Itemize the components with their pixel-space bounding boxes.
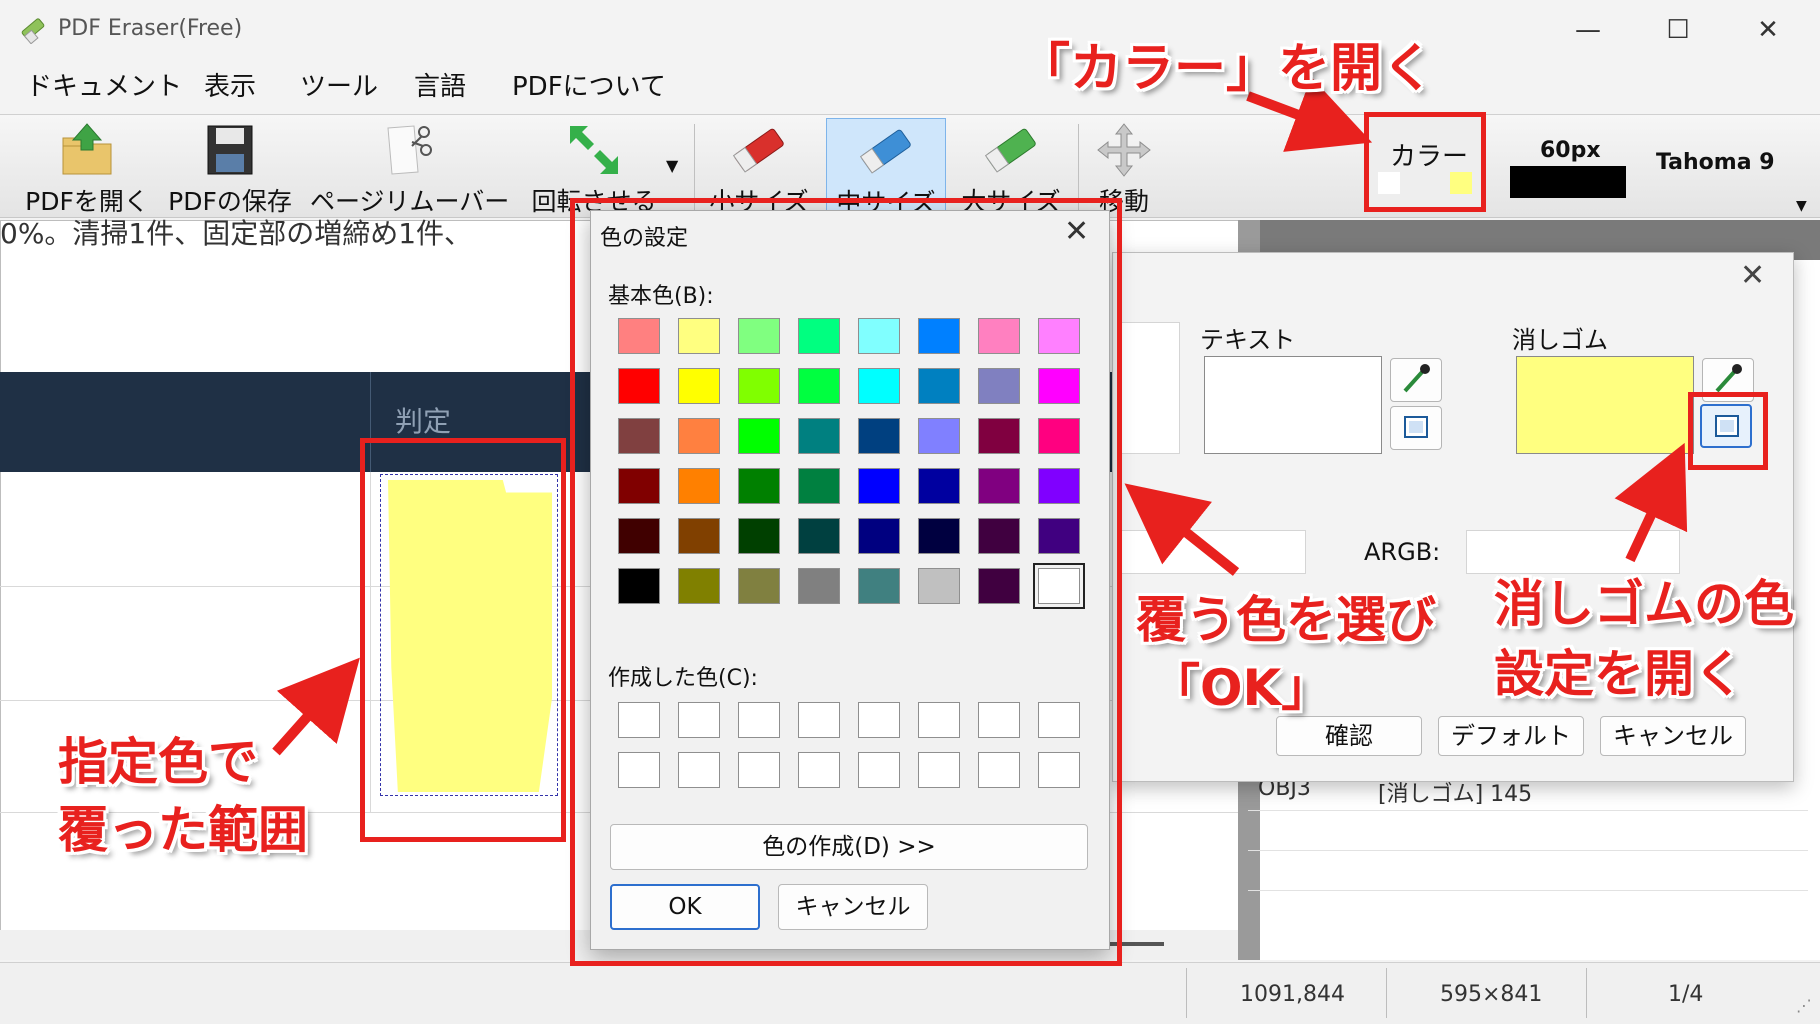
annotation-eraser-line2: 設定を開く [1494, 645, 1744, 703]
arrow-to-color-button [1246, 76, 1373, 152]
annotation-eraser-line1: 消しゴムの色 [1494, 575, 1794, 633]
annotation-open-color: 「カラー」を開く [1018, 39, 1435, 99]
annotation-choose-line1: 覆う色を選び [1136, 591, 1436, 649]
arrow-to-palette-button [1614, 442, 1688, 563]
arrow-to-covered-area [272, 657, 360, 756]
arrow-to-color-dialog [1124, 483, 1240, 576]
annotation-arrows [272, 76, 1688, 756]
annotation-covered-line2: 覆った範囲 [58, 801, 308, 859]
annotation-covered-line1: 指定色で [58, 733, 258, 791]
annotation-choose-line2: 「OK」 [1150, 659, 1332, 717]
